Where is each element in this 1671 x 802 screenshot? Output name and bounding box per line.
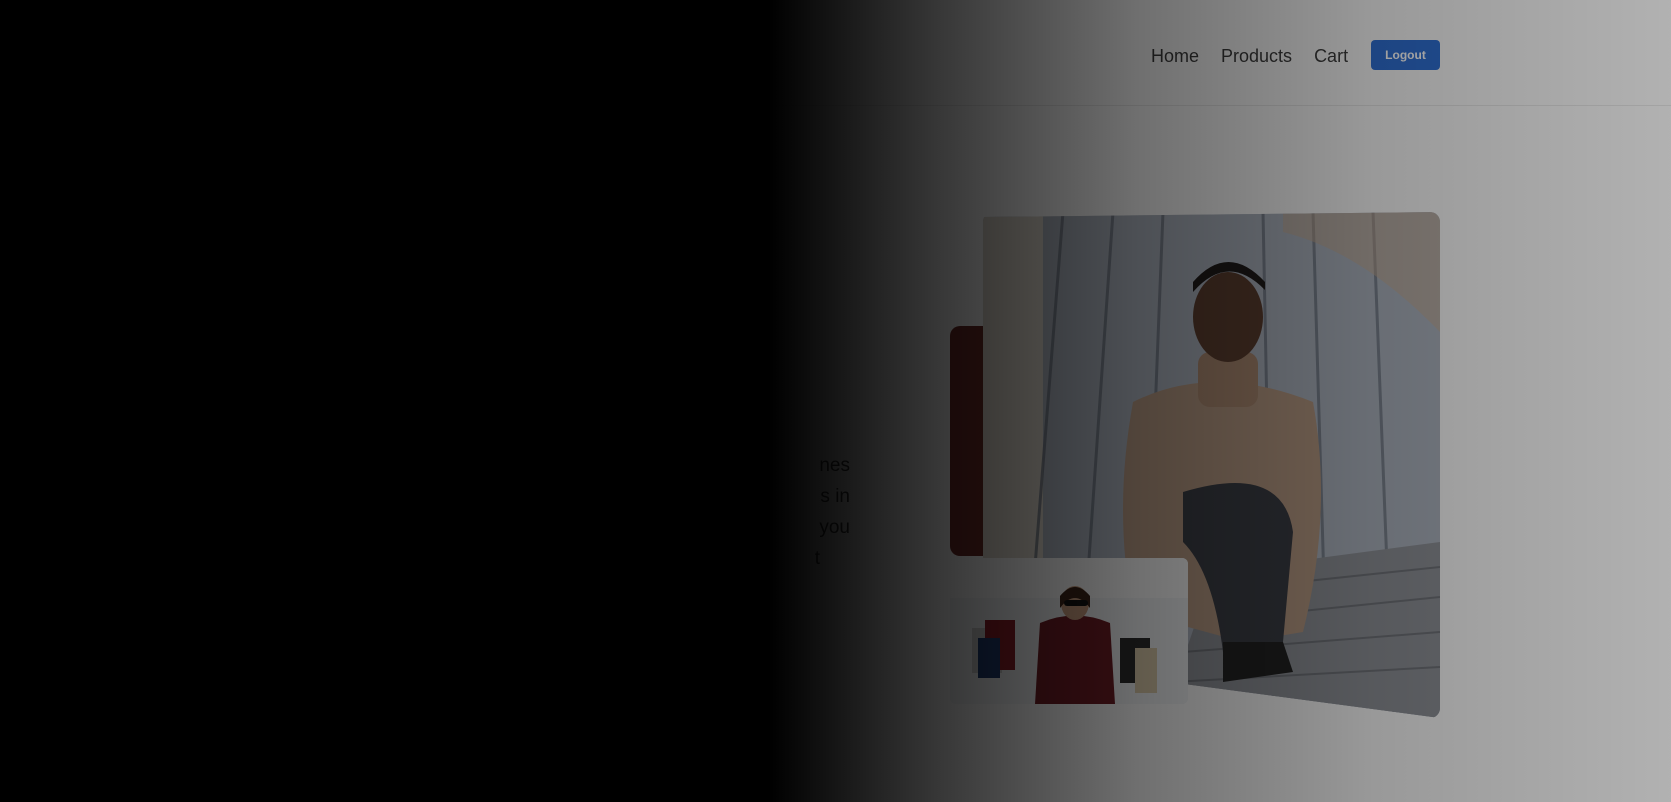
nav-products-link[interactable]: Products xyxy=(1221,46,1292,67)
logout-button[interactable]: Logout xyxy=(1371,40,1440,70)
hero-line-4: t xyxy=(814,548,820,569)
page: Home Products Cart Logout nes s in you t xyxy=(0,0,1671,802)
secondary-photo-woman-shopping xyxy=(950,558,1188,704)
main-nav: Home Products Cart xyxy=(1151,46,1348,67)
top-header: Home Products Cart Logout xyxy=(0,0,1671,106)
hero-description: nes s in you t xyxy=(120,450,850,574)
nav-home-link[interactable]: Home xyxy=(1151,46,1199,67)
nav-cart-link[interactable]: Cart xyxy=(1314,46,1348,67)
hero-line-1: nes xyxy=(819,455,850,476)
secondary-photo-illustration xyxy=(950,558,1188,704)
hero-line-2: s in xyxy=(820,486,850,507)
hero-line-3: you xyxy=(819,517,850,538)
